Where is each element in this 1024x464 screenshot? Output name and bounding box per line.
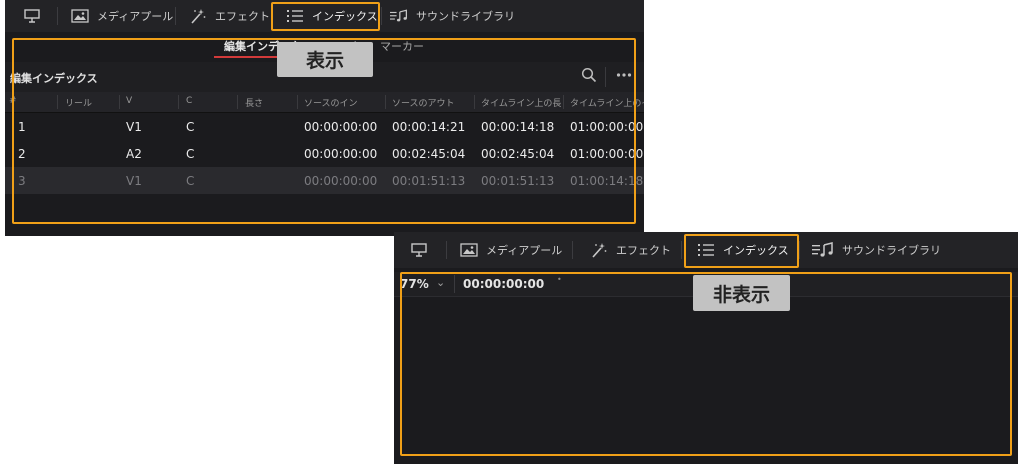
shown-badge: 表示 [277, 42, 373, 77]
music-note-icon [390, 8, 408, 24]
effects-button[interactable]: エフェクト [189, 0, 270, 32]
hidden-badge: 非表示 [693, 275, 790, 311]
magic-wand-icon [189, 8, 207, 24]
media-pool-button[interactable]: メディアプール [460, 232, 562, 268]
index-shown-panel: メディアプール エフェクト インデックス サウンドライブラリ 編集インデックス … [5, 0, 644, 236]
media-pool-label: メディアプール [486, 244, 563, 257]
media-pool-button[interactable]: メディアプール [71, 0, 173, 32]
music-note-icon [812, 242, 834, 258]
monitor-icon [23, 8, 41, 24]
effects-button[interactable]: エフェクト [590, 232, 671, 268]
sound-library-button[interactable]: サウンドライブラリ [390, 0, 515, 32]
index-hidden-panel: メディアプール エフェクト インデックス サウンドライブラリ 77% ⌄ 00:… [394, 232, 1018, 464]
effects-label: エフェクト [616, 244, 671, 257]
presentation-button[interactable] [23, 0, 49, 32]
image-icon [460, 242, 478, 258]
effects-label: エフェクト [215, 10, 270, 23]
image-icon [71, 8, 89, 24]
presentation-button[interactable] [410, 232, 436, 268]
sound-library-button[interactable]: サウンドライブラリ [812, 232, 941, 268]
sound-library-label: サウンドライブラリ [416, 10, 515, 23]
media-pool-label: メディアプール [97, 10, 174, 23]
magic-wand-icon [590, 242, 608, 258]
index-button-highlight [684, 234, 799, 268]
monitor-icon [410, 242, 428, 258]
sound-library-label: サウンドライブラリ [842, 244, 941, 257]
index-button-highlight [271, 2, 380, 31]
